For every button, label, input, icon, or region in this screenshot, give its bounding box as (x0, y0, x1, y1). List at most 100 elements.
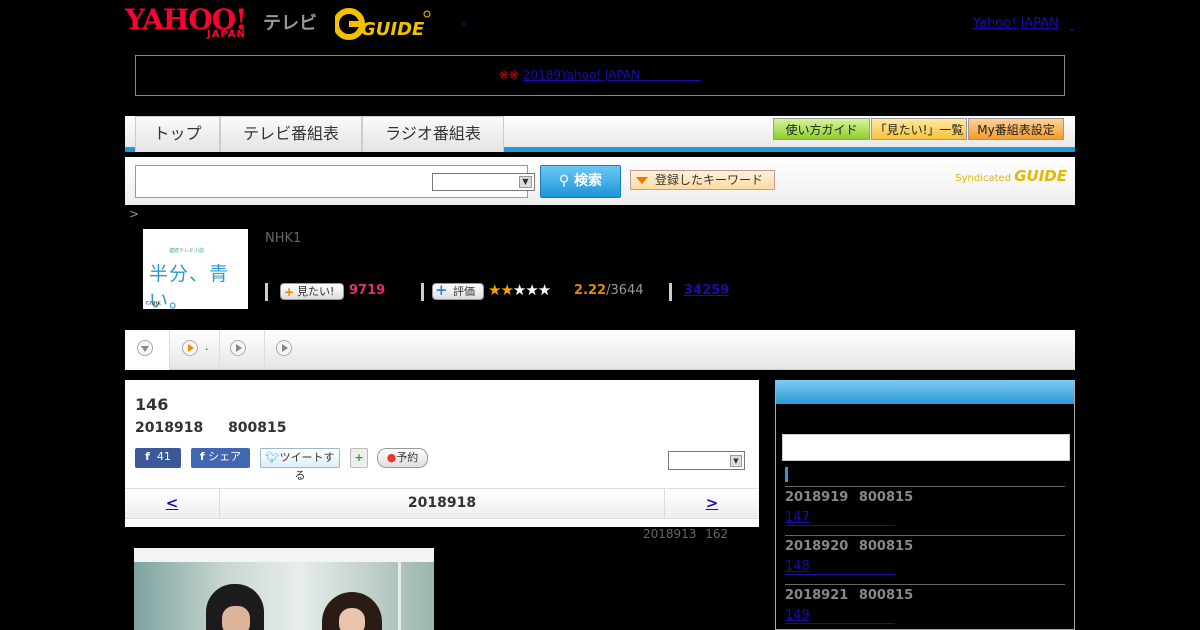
my-schedule-button[interactable]: My番組表設定 (968, 118, 1064, 140)
facebook-like-count: 41 (156, 450, 171, 463)
episode-number: 146 (135, 395, 169, 414)
divider (785, 584, 1065, 585)
syndicated-gguide-logo: Syndicated GUIDE (955, 167, 1067, 185)
upcoming-date: 2018921 800815 (785, 588, 914, 603)
original-air-info: 2018913 162 (643, 527, 729, 541)
registered-keyword-label: 登録したキーワード (655, 173, 764, 187)
rate-label: 評価 (453, 285, 475, 298)
chevron-down-icon: ▼ (519, 176, 532, 188)
guide-button[interactable]: 使い方ガイド (773, 118, 870, 140)
current-date: 2018918 (407, 495, 477, 511)
header-dot (463, 23, 465, 25)
episode-select[interactable]: ▼ (668, 451, 745, 470)
site-header: YAHOO! JAPAN テレビ GUIDE Yahoo! JAPAN (125, 5, 1075, 45)
want-list-button[interactable]: 「見たい!」一覧 (871, 118, 967, 140)
rating-value: 2.22 (574, 283, 607, 298)
star-icon: ★ (488, 281, 501, 299)
rating-score: 2.22/3644 (574, 283, 644, 298)
episode-datetime: 2018918 800815 (135, 420, 287, 436)
tv-logo[interactable]: テレビ (263, 9, 317, 35)
upcoming-date: 2018920 800815 (785, 539, 914, 554)
prev-day-link[interactable]: < (125, 489, 220, 518)
search-button-label: 検索 (574, 173, 603, 189)
tweet-button[interactable]: 🐦︎ツイートする (260, 448, 340, 482)
star-icon: ★ (537, 281, 551, 299)
tab-radio-schedule[interactable]: ラジオ番組表 (362, 116, 504, 152)
section-marker (785, 467, 788, 482)
yahoo-japan-link[interactable]: Yahoo! JAPAN (973, 16, 1059, 31)
global-nav: トップ テレビ番組表 ラジオ番組表 使い方ガイド 「見たい!」一覧 My番組表設… (125, 116, 1075, 152)
facebook-share-label: シェア (208, 450, 242, 463)
divider (669, 283, 672, 301)
star-icon: ★ (512, 281, 526, 299)
facebook-icon: f (145, 450, 150, 463)
program-thumbnail[interactable]: 連続テレビ小説 半分、青い。 ©NHK (143, 229, 248, 312)
tab-tv-schedule[interactable]: テレビ番組表 (220, 116, 362, 152)
yahoo-logo-japan: JAPAN (207, 29, 246, 40)
player-cell[interactable] (220, 330, 265, 370)
notice-link[interactable]: 20189Yahoo! JAPAN (523, 68, 640, 82)
star-icon: ★ (525, 281, 538, 299)
sidebar: 2018919 800815 147 2018920 800815 148 20… (775, 380, 1075, 630)
divider (785, 486, 1065, 487)
calendar-add-icon[interactable]: + (350, 448, 368, 468)
episode-panel: 146 2018918 800815 f 41 f シェア 🐦︎ツイートする +… (125, 380, 759, 527)
channel-name: NHK1 (265, 231, 302, 246)
page: YAHOO! JAPAN テレビ GUIDE Yahoo! JAPAN ※※ 2… (0, 0, 1200, 630)
star-icon: ★ (500, 281, 513, 299)
upcoming-episode-link[interactable]: 149 (785, 608, 895, 624)
divider (785, 535, 1065, 536)
search-button[interactable]: ⚲ 検索 (540, 165, 621, 198)
record-icon: ● (386, 451, 397, 464)
notice-mark: ※※ (498, 68, 519, 82)
want-button[interactable]: + 見たい! (280, 283, 344, 300)
header-dot (1071, 29, 1073, 31)
player-cell[interactable] (125, 330, 170, 370)
facebook-icon: f (199, 450, 205, 463)
want-label: 見たい! (297, 285, 335, 298)
divider (421, 283, 424, 301)
facebook-like-button[interactable]: f 41 (135, 448, 181, 468)
breadcrumb[interactable]: > (129, 207, 139, 221)
registered-keyword-button[interactable]: 登録したキーワード (630, 170, 775, 190)
player-sep: . (205, 340, 209, 353)
svg-text:GUIDE: GUIDE (361, 19, 425, 40)
upcoming-date: 2018919 800815 (785, 490, 914, 505)
plus-icon: + (435, 281, 448, 299)
want-count: 9719 (349, 283, 386, 298)
gguide-logo[interactable]: GUIDE (335, 8, 431, 40)
notice-box: ※※ 20189Yahoo! JAPAN (135, 55, 1065, 96)
twitter-icon: 🐦︎ (265, 451, 280, 464)
facebook-share-button[interactable]: f シェア (191, 448, 250, 468)
player-cell[interactable]: . (170, 330, 220, 370)
reviews-link[interactable]: 34259 (684, 283, 729, 298)
expand-icon (137, 340, 153, 356)
upcoming-episode-link[interactable]: 147 (785, 510, 895, 526)
reserve-label: 予約 (396, 451, 419, 464)
sidebar-header (776, 380, 1074, 404)
rate-button[interactable]: + 評価 (432, 283, 484, 300)
episode-photo (134, 548, 434, 630)
syndicated-label: Syndicated (955, 173, 1012, 184)
plus-icon: + (284, 285, 295, 299)
play-icon (276, 340, 292, 356)
rating-votes: /3644 (606, 283, 644, 298)
upcoming-episode-link[interactable]: 148 (785, 559, 895, 575)
tab-top[interactable]: トップ (135, 116, 220, 152)
syndicated-gguide-wordmark: GUIDE (1014, 167, 1067, 185)
tweet-label: ツイートする (279, 451, 335, 482)
notice-link-tail[interactable] (640, 68, 701, 82)
reserve-button[interactable]: ●予約 (377, 448, 428, 468)
thumbnail-title: 半分、青い。 (149, 263, 230, 312)
divider (265, 283, 268, 301)
search-category-select[interactable]: ▼ (432, 173, 535, 191)
triangle-down-icon (636, 177, 648, 184)
play-icon (182, 340, 198, 356)
thumbnail-copyright: ©NHK (145, 301, 161, 307)
player-bar: . (125, 330, 1075, 370)
chevron-down-icon: ▼ (730, 455, 742, 467)
date-nav: < 2018918 > (125, 488, 759, 519)
thumbnail-subtitle: 連続テレビ小説 (169, 248, 205, 254)
search-icon: ⚲ (558, 173, 575, 189)
next-day-link[interactable]: > (664, 489, 759, 518)
